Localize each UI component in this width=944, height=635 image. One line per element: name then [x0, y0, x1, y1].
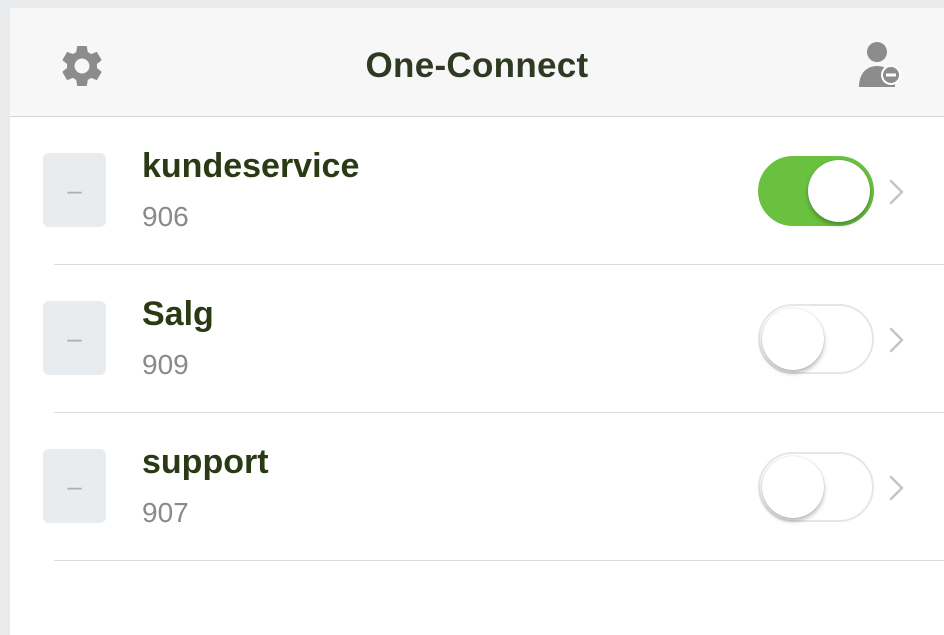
queue-row[interactable]: – Salg 909 — [10, 265, 944, 413]
user-status-button[interactable] — [852, 36, 908, 92]
avatar-placeholder-glyph: – — [67, 322, 82, 353]
row-divider — [54, 560, 944, 561]
queue-number: 906 — [142, 201, 189, 232]
queue-avatar: – — [43, 153, 106, 227]
user-remove-icon — [859, 42, 901, 87]
queue-number: 909 — [142, 349, 189, 380]
chevron-right-icon — [889, 475, 904, 501]
queue-row[interactable]: – support 907 — [10, 413, 944, 561]
chevron-right-icon — [889, 179, 904, 205]
chevron-right-icon — [889, 327, 904, 353]
avatar-placeholder-glyph: – — [67, 174, 82, 205]
queue-avatar: – — [43, 301, 106, 375]
navigation-bar: One-Connect — [10, 8, 944, 117]
queue-avatar: – — [43, 449, 106, 523]
queue-name: kundeservice — [142, 147, 360, 185]
page-title: One-Connect — [365, 46, 589, 85]
queue-list: – kundeservice 906 – Salg 909 – support … — [10, 117, 944, 561]
queue-name: support — [142, 443, 269, 481]
app-screen: One-Connect – kundeservice 906 – Salg 90… — [10, 8, 944, 635]
avatar-placeholder-glyph: – — [67, 470, 82, 501]
queue-number: 907 — [142, 497, 189, 528]
queue-toggle[interactable] — [758, 304, 874, 374]
toggle-knob — [762, 308, 824, 370]
queue-name: Salg — [142, 295, 214, 333]
queue-toggle[interactable] — [758, 452, 874, 522]
queue-toggle[interactable] — [758, 156, 874, 226]
toggle-knob — [808, 160, 870, 222]
toggle-knob — [762, 456, 824, 518]
queue-row[interactable]: – kundeservice 906 — [10, 117, 944, 265]
